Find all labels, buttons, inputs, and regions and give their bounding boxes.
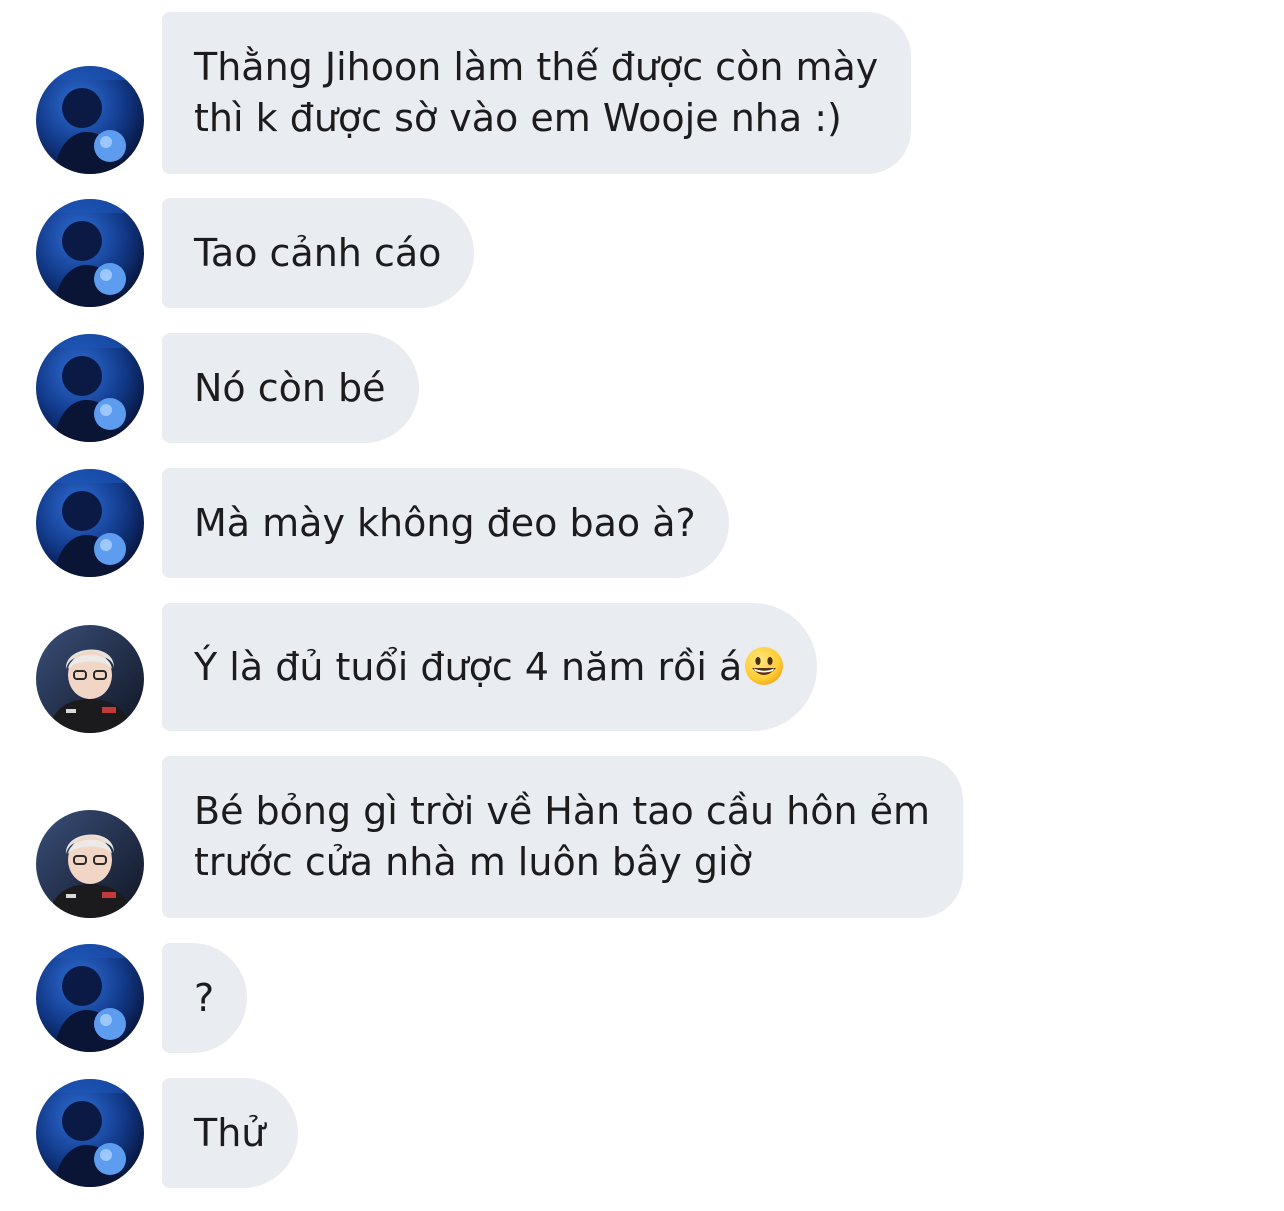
message-row: Ý là đủ tuổi được 4 năm rồi á [0, 603, 1284, 733]
message-text-line: Tao cảnh cáo [194, 230, 442, 275]
message-bubble[interactable]: Ý là đủ tuổi được 4 năm rồi á [162, 603, 818, 731]
message-row: ? [0, 943, 1284, 1053]
message-text-line: Thử [194, 1110, 266, 1155]
message-text-line: thì k được sờ vào em Wooje nha :) [194, 96, 842, 140]
sender-avatar[interactable] [36, 810, 144, 918]
sender-avatar[interactable] [36, 66, 144, 174]
message-text-line: Ý là đủ tuổi được 4 năm rồi á [194, 642, 784, 693]
message-text-line: trước cửa nhà m luôn bây giờ [194, 840, 752, 884]
dark-blue-photo-avatar-icon [36, 199, 144, 307]
grinning-face-emoji-icon [745, 646, 784, 685]
message-row: Tao cảnh cáo [0, 198, 1284, 308]
message-bubble[interactable]: Mà mày không đeo bao à? [162, 468, 729, 578]
message-row: Nó còn bé [0, 333, 1284, 443]
blond-person-photo-avatar-icon [36, 625, 144, 733]
sender-avatar[interactable] [36, 199, 144, 307]
message-text-line: Mà mày không đeo bao à? [194, 500, 696, 545]
sender-avatar[interactable] [36, 334, 144, 442]
sender-avatar[interactable] [36, 1079, 144, 1187]
dark-blue-photo-avatar-icon [36, 944, 144, 1052]
message-text: Ý là đủ tuổi được 4 năm rồi á [194, 644, 743, 689]
message-bubble[interactable]: ? [162, 943, 248, 1053]
message-text-line: Bé bỏng gì trời về Hàn tao cầu hôn ẻm [194, 789, 931, 833]
message-bubble[interactable]: Tao cảnh cáo [162, 198, 475, 308]
message-bubble[interactable]: Nó còn bé [162, 333, 419, 443]
message-text-line: Thằng Jihoon làm thế được còn mày [194, 45, 879, 89]
dark-blue-photo-avatar-icon [36, 1079, 144, 1187]
message-bubble[interactable]: Thằng Jihoon làm thế được còn mày thì k … [162, 12, 912, 174]
blond-person-photo-avatar-icon [36, 810, 144, 918]
sender-avatar[interactable] [36, 944, 144, 1052]
message-row: Bé bỏng gì trời về Hàn tao cầu hôn ẻm tr… [0, 756, 1284, 918]
sender-avatar[interactable] [36, 469, 144, 577]
message-row: Thằng Jihoon làm thế được còn mày thì k … [0, 12, 1284, 174]
message-row: Mà mày không đeo bao à? [0, 468, 1284, 578]
dark-blue-photo-avatar-icon [36, 469, 144, 577]
message-text-line: ? [194, 975, 215, 1020]
message-text-line: Nó còn bé [194, 365, 386, 410]
dark-blue-photo-avatar-icon [36, 334, 144, 442]
message-bubble[interactable]: Thử [162, 1078, 299, 1188]
dark-blue-photo-avatar-icon [36, 66, 144, 174]
sender-avatar[interactable] [36, 625, 144, 733]
message-bubble[interactable]: Bé bỏng gì trời về Hàn tao cầu hôn ẻm tr… [162, 756, 964, 918]
message-thread: Thằng Jihoon làm thế được còn mày thì k … [0, 0, 1284, 1211]
message-row: Thử [0, 1078, 1284, 1188]
